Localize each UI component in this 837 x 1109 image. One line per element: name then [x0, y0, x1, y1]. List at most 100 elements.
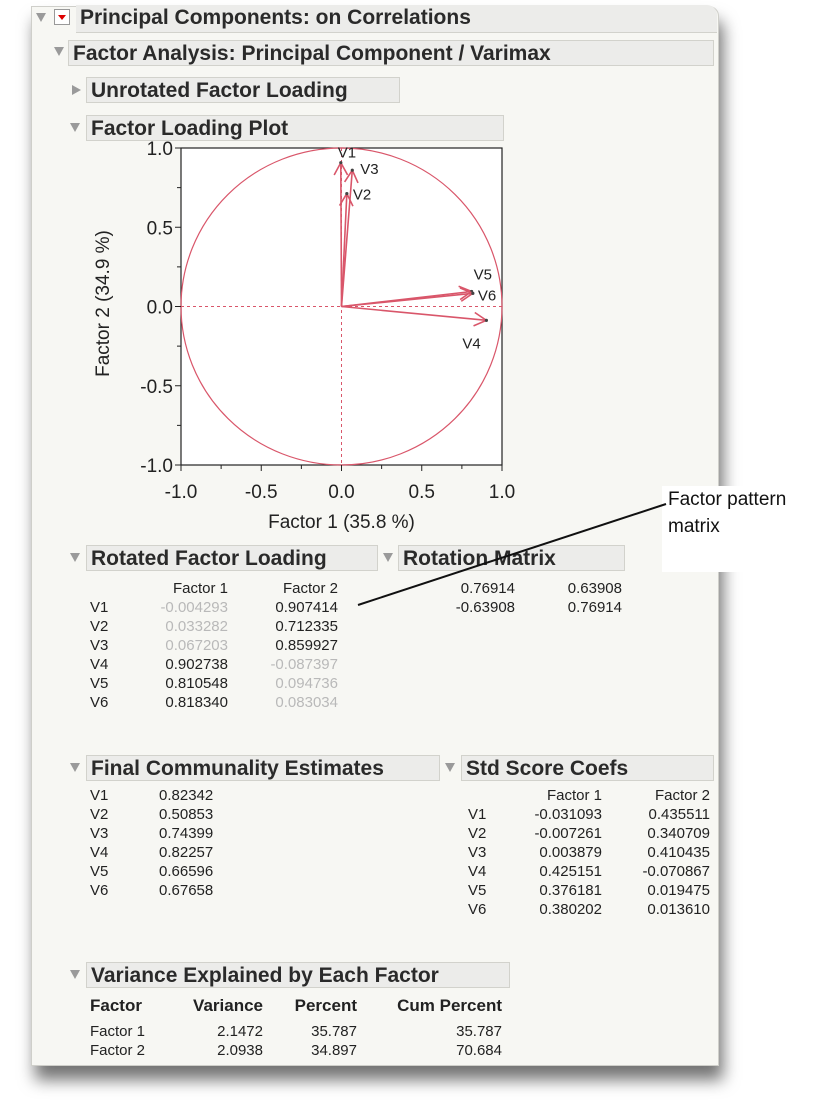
callout-line1: Factor pattern: [668, 489, 787, 510]
disclosure-triangle-rotated[interactable]: [70, 553, 80, 562]
disclosure-triangle-communality[interactable]: [70, 763, 80, 772]
variance-title: Variance Explained by Each Factor: [91, 964, 439, 987]
std-factor2-cell: 0.435511: [648, 806, 710, 823]
factor-loading-plot: -1.0 -0.5 0.0 0.5 1.0 1.0 0.5 0.0 -0.5 -1.0 Factor…: [93, 139, 515, 533]
std-factor2-cell: 0.019475: [647, 882, 710, 899]
std-factor1-cell: 0.425151: [539, 863, 602, 880]
row-label: V5: [468, 882, 487, 899]
std-factor1-cell: 0.003879: [539, 844, 602, 861]
rotation-title: Rotation Matrix: [403, 547, 556, 570]
row-label: V6: [90, 694, 109, 711]
std-factor1-cell: 0.376181: [539, 882, 602, 899]
outline-header-rotation-matrix[interactable]: Rotation Matrix: [398, 545, 625, 571]
outline-header-communality[interactable]: Final Communality Estimates: [86, 755, 440, 781]
std-factor2-cell: 0.340709: [647, 825, 710, 842]
communality-value: 0.74399: [159, 825, 214, 842]
std-factor1-cell: -0.031093: [534, 806, 602, 823]
y-tick-label: -1.0: [140, 456, 173, 477]
loading-factor1-cell: 0.902738: [165, 656, 228, 673]
communality-value: 0.82257: [159, 844, 214, 861]
communality-title: Final Communality Estimates: [91, 757, 384, 780]
row-label: V4: [90, 844, 109, 861]
x-tick-label: 0.0: [328, 482, 354, 503]
variance-cell: 70.684: [456, 1042, 502, 1059]
point-label-v6: V6: [478, 287, 496, 304]
column-header-factor1: Factor 1: [546, 787, 602, 804]
rotated-title: Rotated Factor Loading: [91, 547, 327, 570]
y-tick-label: 0.5: [147, 218, 173, 239]
variance-cell: Factor 2: [90, 1042, 146, 1059]
outline-header-std-score-coefs[interactable]: Std Score Coefs: [461, 755, 714, 781]
variance-column-header: Percent: [294, 996, 357, 1015]
point-label-v2: V2: [353, 187, 371, 204]
loading-point-v6: [471, 291, 475, 295]
row-label: V3: [90, 825, 109, 842]
y-tick-label: 1.0: [147, 139, 173, 160]
row-label: V2: [90, 806, 109, 823]
column-header-factor1: Factor 1: [172, 580, 228, 597]
loading-point-v3: [350, 168, 354, 172]
loading-factor1-cell: 0.818340: [165, 694, 228, 711]
loading-factor2-cell: 0.083034: [275, 694, 338, 711]
callout-line2: matrix: [668, 516, 720, 537]
std-factor1-cell: -0.007261: [534, 825, 602, 842]
variance-cell: 2.1472: [217, 1023, 263, 1040]
row-label: V6: [468, 901, 487, 918]
loading-factor2-cell: 0.859927: [275, 637, 338, 654]
loading-factor2-cell: 0.094736: [275, 675, 338, 692]
std-factor2-cell: 0.013610: [647, 901, 710, 918]
row-label: V1: [90, 599, 109, 616]
loading-factor1-cell: -0.004293: [160, 599, 228, 616]
row-label: V3: [468, 844, 487, 861]
point-label-v3: V3: [360, 161, 378, 178]
rotation-cell: 0.63908: [567, 580, 622, 597]
y-axis-label: Factor 2 (34.9 %): [93, 230, 114, 377]
variance-cell: 34.897: [311, 1042, 357, 1059]
disclosure-triangle-variance[interactable]: [70, 970, 80, 979]
callout-annotation: Factor pattern matrix: [662, 486, 837, 572]
row-label: V3: [90, 637, 109, 654]
y-tick-label: -0.5: [140, 377, 173, 398]
std-factor2-cell: -0.070867: [642, 863, 710, 880]
variance-column-header: Factor: [90, 996, 142, 1015]
communality-value: 0.67658: [159, 882, 214, 899]
loading-factor1-cell: 0.067203: [165, 637, 228, 654]
disclosure-triangle-rotation[interactable]: [383, 553, 393, 562]
row-label: V5: [90, 863, 109, 880]
loading-factor1-cell: 0.033282: [165, 618, 228, 635]
point-label-v5: V5: [474, 266, 492, 283]
loading-factor1-cell: 0.810548: [165, 675, 228, 692]
loading-point-v4: [484, 318, 488, 322]
row-label: V1: [90, 787, 109, 804]
point-label-v1: V1: [338, 145, 356, 162]
std-factor1-cell: 0.380202: [539, 901, 602, 918]
column-header-factor2: Factor 2: [282, 580, 338, 597]
variance-cell: Factor 1: [90, 1023, 146, 1040]
communality-value: 0.66596: [159, 863, 214, 880]
row-label: V4: [468, 863, 487, 880]
variance-cell: 35.787: [311, 1023, 357, 1040]
rotation-cell: 0.76914: [567, 599, 622, 616]
column-header-factor2: Factor 2: [654, 787, 710, 804]
outline-header-variance-explained[interactable]: Variance Explained by Each Factor: [86, 962, 510, 988]
std-factor2-cell: 0.410435: [647, 844, 710, 861]
row-label: V2: [468, 825, 487, 842]
loading-factor2-cell: 0.712335: [275, 618, 338, 635]
x-tick-label: 0.5: [409, 482, 435, 503]
rotation-cell: -0.63908: [455, 599, 515, 616]
x-tick-label: -1.0: [165, 482, 198, 503]
variance-column-header: Cum Percent: [397, 996, 502, 1015]
variance-column-header: Variance: [193, 996, 263, 1015]
loading-vector-v1: [340, 162, 343, 307]
rotation-cell: 0.76914: [460, 580, 515, 597]
variance-cell: 35.787: [456, 1023, 502, 1040]
x-axis-label: Factor 1 (35.8 %): [268, 512, 415, 533]
stdscore-title: Std Score Coefs: [466, 757, 629, 780]
row-label: V6: [90, 882, 109, 899]
disclosure-triangle-stdscore[interactable]: [445, 763, 455, 772]
variance-cell: 2.0938: [217, 1042, 263, 1059]
loading-factor2-cell: -0.087397: [270, 656, 338, 673]
outline-header-rotated-loading[interactable]: Rotated Factor Loading: [86, 545, 378, 571]
communality-value: 0.82342: [159, 787, 214, 804]
y-tick-label: 0.0: [147, 298, 173, 319]
